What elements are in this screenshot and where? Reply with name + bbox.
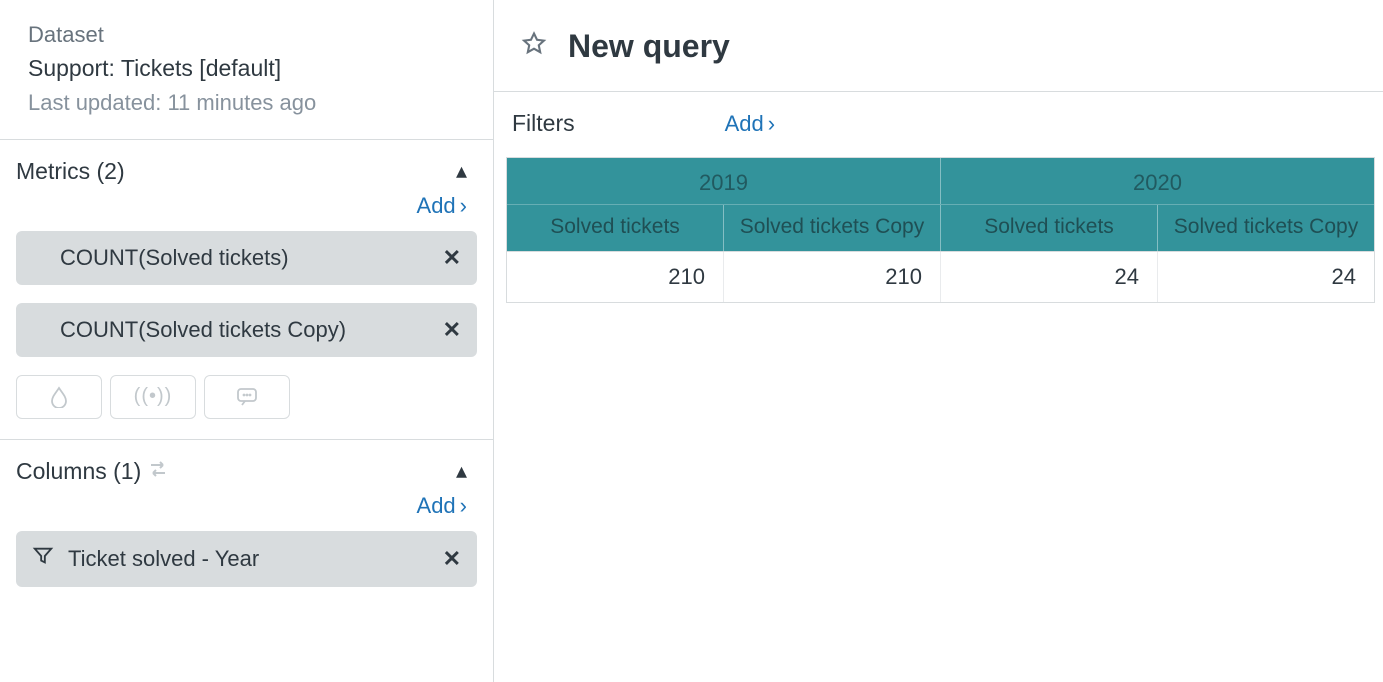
swap-icon[interactable] (147, 459, 169, 484)
remove-metric-button[interactable]: ✕ (443, 245, 461, 271)
live-icon-button[interactable]: ((•)) (110, 375, 196, 419)
results-table: 2019 2020 Solved tickets Solved tickets … (506, 157, 1375, 303)
filters-row: Filters Add › (494, 92, 1383, 157)
metric-header: Solved tickets (507, 205, 724, 251)
drop-icon (49, 386, 69, 408)
data-cell: 24 (1158, 252, 1374, 302)
data-cell: 24 (941, 252, 1158, 302)
table-row: 210 210 24 24 (507, 251, 1374, 302)
dataset-updated: Last updated: 11 minutes ago (28, 86, 465, 119)
chevron-up-icon[interactable]: ▴ (456, 458, 477, 484)
column-pill[interactable]: Ticket solved - Year ✕ (16, 531, 477, 587)
message-icon (236, 387, 258, 407)
sidebar: Dataset Support: Tickets [default] Last … (0, 0, 494, 682)
chevron-right-icon: › (460, 193, 467, 219)
main: New query Filters Add › 2019 2020 Solved… (494, 0, 1383, 682)
dataset-name[interactable]: Support: Tickets [default] (28, 51, 465, 86)
main-header: New query (494, 0, 1383, 92)
chevron-right-icon: › (768, 111, 775, 137)
metric-header: Solved tickets Copy (1158, 205, 1374, 251)
chevron-up-icon[interactable]: ▴ (456, 158, 477, 184)
table-header-years: 2019 2020 (507, 158, 1374, 205)
chevron-right-icon: › (460, 493, 467, 519)
metric-pill[interactable]: COUNT(Solved tickets) ✕ (16, 231, 477, 285)
column-pill-label: Ticket solved - Year (68, 546, 259, 572)
metric-pill[interactable]: COUNT(Solved tickets Copy) ✕ (16, 303, 477, 357)
add-column-label: Add (417, 493, 456, 519)
metric-pill-label: COUNT(Solved tickets) (60, 245, 289, 271)
data-cell: 210 (724, 252, 941, 302)
year-header: 2020 (941, 158, 1374, 204)
filter-icon (32, 545, 54, 573)
drop-icon-button[interactable] (16, 375, 102, 419)
add-filter-button[interactable]: Add › (725, 111, 775, 137)
columns-header: Columns (1) ▴ (16, 458, 477, 485)
page-title[interactable]: New query (568, 28, 730, 65)
columns-panel: Columns (1) ▴ Add › Ticket solved - Year… (0, 440, 493, 625)
dataset-label: Dataset (28, 18, 465, 51)
data-cell: 210 (507, 252, 724, 302)
dataset-block: Dataset Support: Tickets [default] Last … (0, 0, 493, 140)
add-filter-label: Add (725, 111, 764, 137)
metric-pill-label: COUNT(Solved tickets Copy) (60, 317, 346, 343)
remove-metric-button[interactable]: ✕ (443, 317, 461, 343)
metric-type-row: ((•)) (16, 375, 477, 419)
metrics-header: Metrics (2) ▴ (16, 158, 477, 185)
metrics-panel: Metrics (2) ▴ Add › COUNT(Solved tickets… (0, 140, 493, 440)
live-icon: ((•)) (134, 385, 173, 408)
table-header-metrics: Solved tickets Solved tickets Copy Solve… (507, 205, 1374, 251)
metric-header: Solved tickets Copy (724, 205, 941, 251)
add-column-button[interactable]: Add › (417, 493, 467, 519)
star-icon[interactable] (520, 30, 548, 63)
metrics-title: Metrics (2) (16, 158, 125, 185)
message-icon-button[interactable] (204, 375, 290, 419)
remove-column-button[interactable]: ✕ (443, 546, 461, 572)
add-metric-button[interactable]: Add › (417, 193, 467, 219)
metric-header: Solved tickets (941, 205, 1158, 251)
add-metric-label: Add (417, 193, 456, 219)
year-header: 2019 (507, 158, 941, 204)
columns-title: Columns (1) (16, 458, 141, 485)
filters-label: Filters (512, 110, 575, 137)
